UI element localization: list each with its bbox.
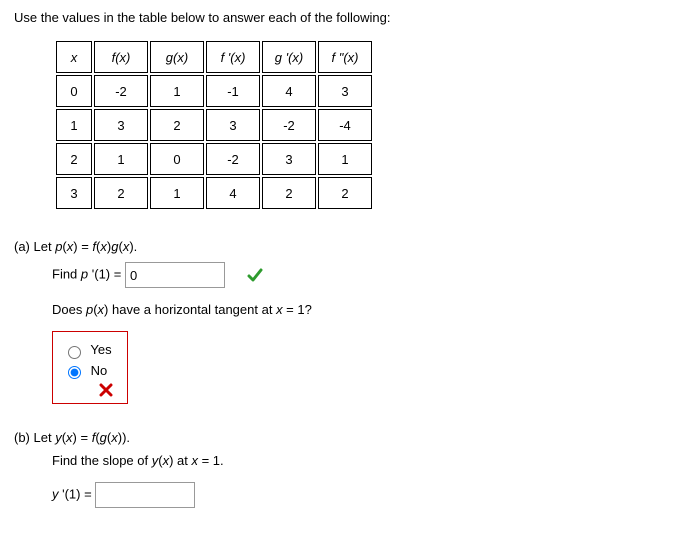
col-fx: f(x) (94, 41, 148, 73)
radio-row-no: No (63, 363, 113, 380)
part-a-section: (a) Let p(x) = f(x)g(x). Find p '(1) = D… (14, 239, 665, 404)
radio-row-yes: Yes (63, 342, 113, 359)
cell: 2 (262, 177, 316, 209)
cell: -4 (318, 109, 372, 141)
cell: 1 (94, 143, 148, 175)
table-row: 2 1 0 -2 3 1 (56, 143, 372, 175)
cell: 2 (56, 143, 92, 175)
col-x: x (56, 41, 92, 73)
cell: 1 (150, 177, 204, 209)
part-a-label: (a) Let p(x) = f(x)g(x). (14, 239, 665, 254)
y-prime-1-input[interactable] (95, 482, 195, 508)
part-b-answer-row: y '(1) = (52, 482, 665, 508)
part-a-find: Find p '(1) = (52, 262, 665, 288)
p-prime-1-input[interactable] (125, 262, 225, 288)
cell: 0 (150, 143, 204, 175)
part-b-label: (b) Let y(x) = f(g(x)). (14, 430, 665, 445)
cell: 3 (206, 109, 260, 141)
cell: -2 (206, 143, 260, 175)
cell: 0 (56, 75, 92, 107)
y-prime-expr: y '(1) = (52, 487, 95, 502)
instruction-text: Use the values in the table below to ans… (14, 10, 665, 25)
col-fppx: f "(x) (318, 41, 372, 73)
cell: 3 (318, 75, 372, 107)
find-label: Find p '(1) = (52, 266, 125, 281)
radio-yes[interactable] (68, 346, 81, 359)
cell: 3 (94, 109, 148, 141)
table-row: 3 2 1 4 2 2 (56, 177, 372, 209)
cross-icon (99, 383, 113, 397)
cell: 3 (56, 177, 92, 209)
cell: -1 (206, 75, 260, 107)
col-gpx: g '(x) (262, 41, 316, 73)
cell: 4 (206, 177, 260, 209)
cell: 1 (150, 75, 204, 107)
part-b-slope-label: Find the slope of y(x) at x = 1. (52, 453, 665, 468)
check-icon (247, 267, 263, 283)
part-a-question2: Does p(x) have a horizontal tangent at x… (52, 302, 665, 317)
cell: 1 (56, 109, 92, 141)
cell: -2 (94, 75, 148, 107)
table-row: 1 3 2 3 -2 -4 (56, 109, 372, 141)
horizontal-tangent-radio-group: Yes No (52, 331, 128, 404)
part-b-section: (b) Let y(x) = f(g(x)). Find the slope o… (14, 430, 665, 508)
values-table: x f(x) g(x) f '(x) g '(x) f "(x) 0 -2 1 … (54, 39, 374, 211)
cell: 2 (94, 177, 148, 209)
radio-no[interactable] (68, 366, 81, 379)
table-header-row: x f(x) g(x) f '(x) g '(x) f "(x) (56, 41, 372, 73)
col-gx: g(x) (150, 41, 204, 73)
cell: 2 (318, 177, 372, 209)
col-fpx: f '(x) (206, 41, 260, 73)
cell: 3 (262, 143, 316, 175)
cell: -2 (262, 109, 316, 141)
radio-no-label: No (91, 363, 108, 378)
table-row: 0 -2 1 -1 4 3 (56, 75, 372, 107)
cell: 1 (318, 143, 372, 175)
radio-yes-label: Yes (90, 342, 111, 357)
cell: 2 (150, 109, 204, 141)
cell: 4 (262, 75, 316, 107)
